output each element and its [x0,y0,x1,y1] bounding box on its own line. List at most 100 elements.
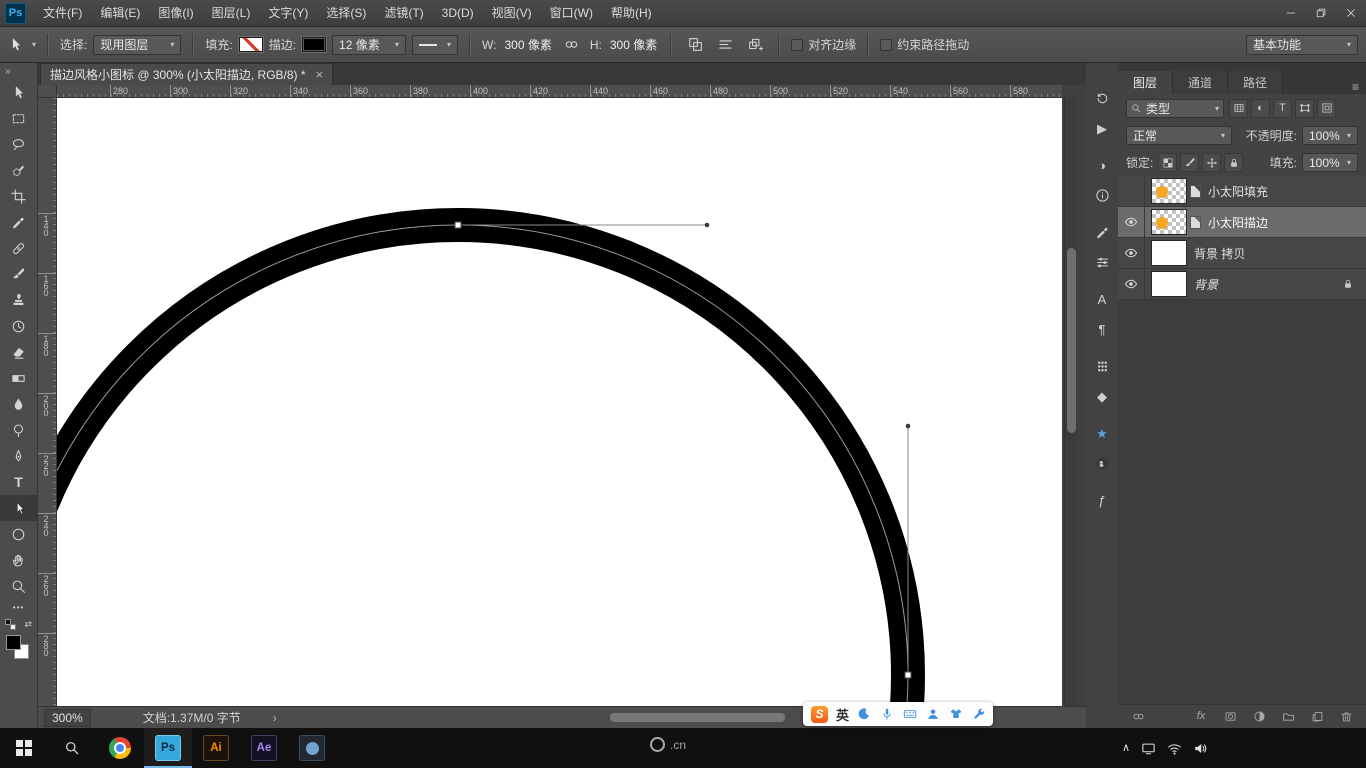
info-panel-icon[interactable] [1089,182,1115,208]
panel-tab[interactable]: 通道 [1173,71,1228,94]
quick-select-tool[interactable] [0,157,37,183]
restore-button[interactable] [1306,0,1336,26]
path-alignment-button[interactable] [713,34,737,56]
new-group-button[interactable] [1278,707,1298,727]
stroke-width-dropdown[interactable]: 12 像素 ▾ [332,35,406,55]
dev-tool-taskbar-button[interactable] [288,728,336,768]
status-chevron-icon[interactable]: › [273,711,277,725]
foreground-color-swatch[interactable] [6,635,21,650]
skin-icon[interactable] [949,707,963,721]
menu-item[interactable]: 滤镜(T) [375,0,432,27]
behance-panel-icon[interactable] [1089,450,1115,476]
toolbar-collapse-icon[interactable]: » [0,63,37,79]
pixel-filter-button[interactable] [1229,99,1248,118]
blur-tool[interactable] [0,391,37,417]
menu-item[interactable]: 选择(S) [317,0,375,27]
network-icon[interactable] [1167,741,1182,756]
default-colors-icon[interactable] [5,619,16,630]
lock-position-button[interactable] [1202,153,1221,172]
layer-filter-type-dropdown[interactable]: 类型 ▾ [1126,99,1224,118]
illustrator-taskbar-button[interactable]: Ai [192,728,240,768]
color-sampler-panel-icon[interactable] [1089,219,1115,245]
type-filter-button[interactable]: T [1273,99,1292,118]
toolbox-icon[interactable] [972,707,986,721]
minimize-button[interactable] [1276,0,1306,26]
stroke-swatch[interactable] [302,37,326,52]
adjustments-panel-icon[interactable]: ◑ [1089,152,1115,178]
panel-tab[interactable]: 图层 [1118,71,1173,94]
menu-item[interactable]: 图像(I) [149,0,202,27]
layer-name[interactable]: 背景 [1194,276,1218,293]
after-effects-taskbar-button[interactable]: Ae [240,728,288,768]
layer-visibility-toggle[interactable] [1118,238,1145,268]
properties-panel-icon[interactable] [1089,249,1115,275]
width-input[interactable]: 300 像素 [503,36,554,53]
lock-pixels-button[interactable] [1180,153,1199,172]
menu-item[interactable]: 编辑(E) [91,0,149,27]
paragraph-panel-icon[interactable]: ¶ [1089,316,1115,342]
layer-thumbnail[interactable] [1151,178,1187,204]
vertical-scrollbar[interactable] [1064,98,1077,706]
fill-swatch[interactable] [239,37,263,52]
layer-visibility-toggle[interactable] [1118,176,1145,206]
new-layer-button[interactable] [1307,707,1327,727]
layer-row[interactable]: 背景 拷贝 [1118,238,1366,269]
canvas[interactable] [57,98,1062,706]
gradient-tool[interactable] [0,365,37,391]
voice-icon[interactable] [880,707,894,721]
actions-panel-icon[interactable]: ▶ [1089,115,1115,141]
marquee-tool[interactable] [0,105,37,131]
fill-dropdown[interactable]: 100% ▾ [1302,153,1358,172]
hand-tool[interactable] [0,547,37,573]
layer-thumbnail[interactable] [1151,271,1187,297]
constrain-path-checkbox[interactable]: 约束路径拖动 [880,36,969,53]
horizontal-scrollbar-thumb[interactable] [610,713,785,722]
character-panel-icon[interactable]: A [1089,286,1115,312]
vertical-scrollbar-thumb[interactable] [1067,248,1076,433]
menu-item[interactable]: 文件(F) [34,0,91,27]
styles-panel-icon[interactable]: ◆ [1089,383,1115,409]
layer-name[interactable]: 小太阳描边 [1208,214,1268,231]
path-select-tool[interactable] [0,495,37,521]
glyphs-panel-icon[interactable]: ƒ [1089,487,1115,513]
path-arrangement-button[interactable] [743,34,767,56]
workspace-switcher[interactable]: 基本功能 ▾ [1246,35,1358,55]
align-edges-checkbox[interactable]: 对齐边缘 [791,36,856,53]
link-dimensions-icon[interactable] [560,34,584,56]
layer-name[interactable]: 背景 拷贝 [1194,245,1245,262]
select-mode-dropdown[interactable]: 现用图层 ▾ [93,35,181,55]
layer-visibility-toggle[interactable] [1118,269,1145,299]
photoshop-taskbar-button[interactable]: Ps [144,728,192,768]
opacity-dropdown[interactable]: 100% ▾ [1302,126,1358,145]
path-operations-button[interactable] [683,34,707,56]
character-styles-panel-icon[interactable] [1089,353,1115,379]
blend-mode-dropdown[interactable]: 正常 ▾ [1126,126,1232,145]
start-taskbar-button[interactable] [0,728,48,768]
smart-filter-button[interactable] [1317,99,1336,118]
tool-options-dots-icon[interactable]: ••• [0,599,37,615]
panel-menu-icon[interactable]: ≡ [1352,80,1359,94]
layer-name[interactable]: 小太阳填充 [1208,183,1268,200]
swap-colors-icon[interactable]: ⇄ [24,619,32,630]
document-tab[interactable]: 描边风格小图标 @ 300% (小太阳描边, RGB/8) * × [40,63,333,85]
layer-visibility-toggle[interactable] [1118,207,1145,237]
ellipse-tool[interactable] [0,521,37,547]
search-taskbar-button[interactable] [48,728,96,768]
volume-icon[interactable] [1193,741,1208,756]
menu-item[interactable]: 帮助(H) [602,0,661,27]
dodge-tool[interactable] [0,417,37,443]
shape-filter-button[interactable] [1295,99,1314,118]
move-tool[interactable] [0,79,37,105]
history-panel-icon[interactable] [1089,85,1115,111]
menu-item[interactable]: 窗口(W) [541,0,602,27]
layer-thumbnail[interactable] [1151,240,1187,266]
layer-thumbnail[interactable] [1151,209,1187,235]
adjustment-layer-button[interactable] [1249,707,1269,727]
link-layers-button[interactable] [1128,707,1148,727]
eyedropper-tool[interactable] [0,209,37,235]
lock-all-button[interactable] [1224,153,1243,172]
ime-language-indicator[interactable]: 英 [836,705,849,724]
tray-expand-icon[interactable]: ∧ [1122,743,1130,754]
add-mask-button[interactable] [1220,707,1240,727]
keyboard-icon[interactable] [903,707,917,721]
